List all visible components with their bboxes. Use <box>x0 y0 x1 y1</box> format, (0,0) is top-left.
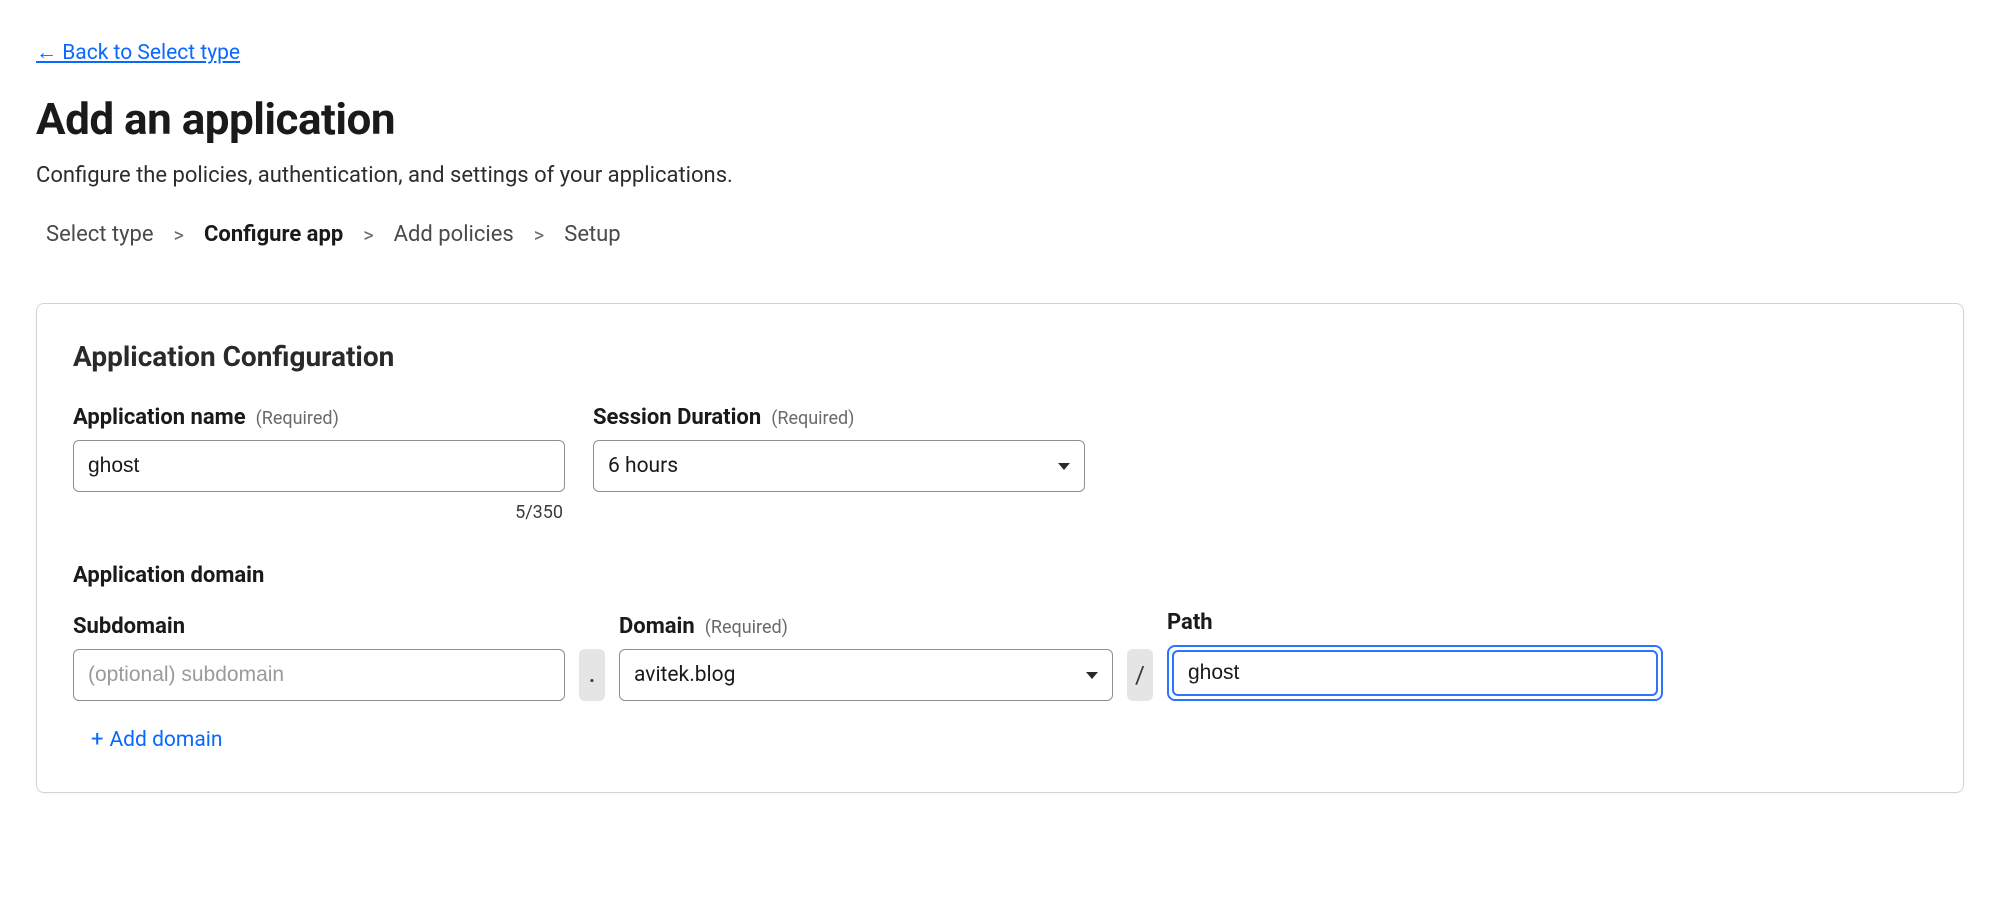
back-link[interactable]: ← Back to Select type <box>36 41 240 65</box>
path-field: Path <box>1167 610 1663 701</box>
chevron-right-icon: > <box>363 223 373 247</box>
session-duration-select[interactable]: 6 hours <box>593 440 1085 492</box>
application-domain-section-label: Application domain <box>73 563 1927 588</box>
required-badge: Required <box>256 408 339 429</box>
page-title: Add an application <box>36 93 1964 145</box>
path-input[interactable] <box>1172 650 1658 696</box>
breadcrumb-step-add-policies[interactable]: Add policies <box>394 222 514 247</box>
dot-separator: . <box>579 649 605 701</box>
slash-separator: / <box>1127 649 1153 701</box>
chevron-right-icon: > <box>174 223 184 247</box>
card-title: Application Configuration <box>73 340 1927 373</box>
subdomain-field: Subdomain <box>73 614 565 701</box>
add-domain-button[interactable]: + Add domain <box>73 727 222 752</box>
breadcrumb-step-setup[interactable]: Setup <box>564 222 620 247</box>
domain-field: Domain Required avitek.blog <box>619 614 1113 701</box>
plus-icon: + <box>91 727 103 752</box>
chevron-right-icon: > <box>534 223 544 247</box>
domain-select[interactable]: avitek.blog <box>619 649 1113 701</box>
add-domain-label: Add domain <box>109 728 222 752</box>
application-name-char-count: 5/350 <box>73 502 565 523</box>
subdomain-label: Subdomain <box>73 614 185 639</box>
path-label: Path <box>1167 610 1213 635</box>
breadcrumb-step-configure-app[interactable]: Configure app <box>204 222 343 247</box>
application-name-label: Application name <box>73 405 246 430</box>
caret-down-icon <box>1086 672 1098 679</box>
breadcrumb: Select type > Configure app > Add polici… <box>36 222 1964 247</box>
breadcrumb-step-select-type[interactable]: Select type <box>46 222 154 247</box>
domain-label: Domain <box>619 614 695 639</box>
domain-value: avitek.blog <box>634 663 735 687</box>
application-name-input[interactable] <box>73 440 565 492</box>
caret-down-icon <box>1058 463 1070 470</box>
session-duration-label: Session Duration <box>593 405 761 430</box>
required-badge: Required <box>771 408 854 429</box>
session-duration-value: 6 hours <box>608 454 678 478</box>
application-name-field: Application name Required 5/350 <box>73 405 565 523</box>
subdomain-input[interactable] <box>73 649 565 701</box>
required-badge: Required <box>705 617 788 638</box>
application-configuration-card: Application Configuration Application na… <box>36 303 1964 793</box>
session-duration-field: Session Duration Required 6 hours <box>593 405 1085 523</box>
page-subtitle: Configure the policies, authentication, … <box>36 163 1964 188</box>
path-focus-ring <box>1167 645 1663 701</box>
